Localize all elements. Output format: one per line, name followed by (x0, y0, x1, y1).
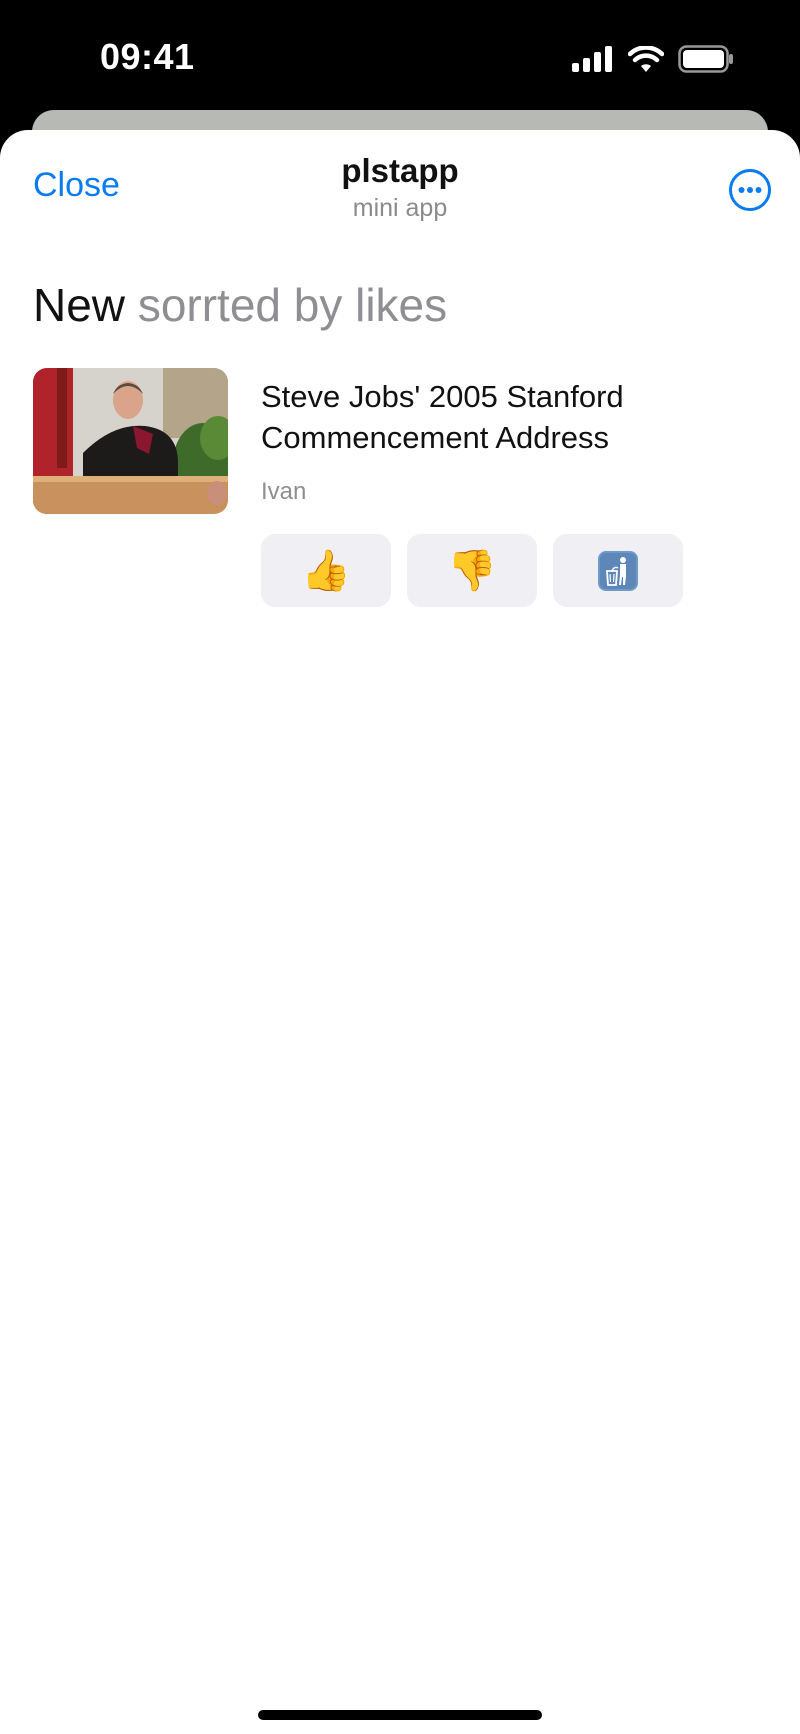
status-icons (572, 44, 734, 74)
mini-app-sheet: Close plstapp mini app New sorrted by li… (0, 130, 800, 1734)
speaker-podium-image (33, 368, 228, 514)
video-thumbnail[interactable] (33, 368, 228, 514)
phone-screen: 09:41 Close plstapp mini app New sorrted… (0, 0, 800, 1734)
app-subtitle: mini app (352, 194, 448, 222)
dislike-button[interactable]: 👎 (407, 534, 537, 607)
video-author: Ivan (261, 478, 307, 505)
section-title: New (33, 279, 126, 331)
video-title[interactable]: Steve Jobs' 2005 Stanford Commencement A… (261, 376, 761, 458)
thumbs-up-icon: 👍 (301, 548, 351, 594)
like-button[interactable]: 👍 (261, 534, 391, 607)
cellular-signal-icon (572, 46, 612, 72)
app-title: plstapp (341, 152, 459, 189)
status-bar: 09:41 (0, 0, 800, 110)
trash-icon (598, 550, 638, 591)
section-heading: New sorrted by likes (33, 278, 447, 332)
thumbs-down-icon: 👎 (447, 548, 497, 594)
home-indicator[interactable] (258, 1710, 542, 1720)
wifi-icon (628, 45, 664, 72)
battery-icon (678, 45, 733, 73)
video-actions: 👍 👎 (261, 534, 683, 607)
ellipsis-circle-icon[interactable] (728, 168, 772, 212)
delete-button[interactable] (553, 534, 683, 607)
status-time: 09:41 (100, 36, 195, 77)
section-sort-label: sorrted by likes (137, 279, 448, 331)
